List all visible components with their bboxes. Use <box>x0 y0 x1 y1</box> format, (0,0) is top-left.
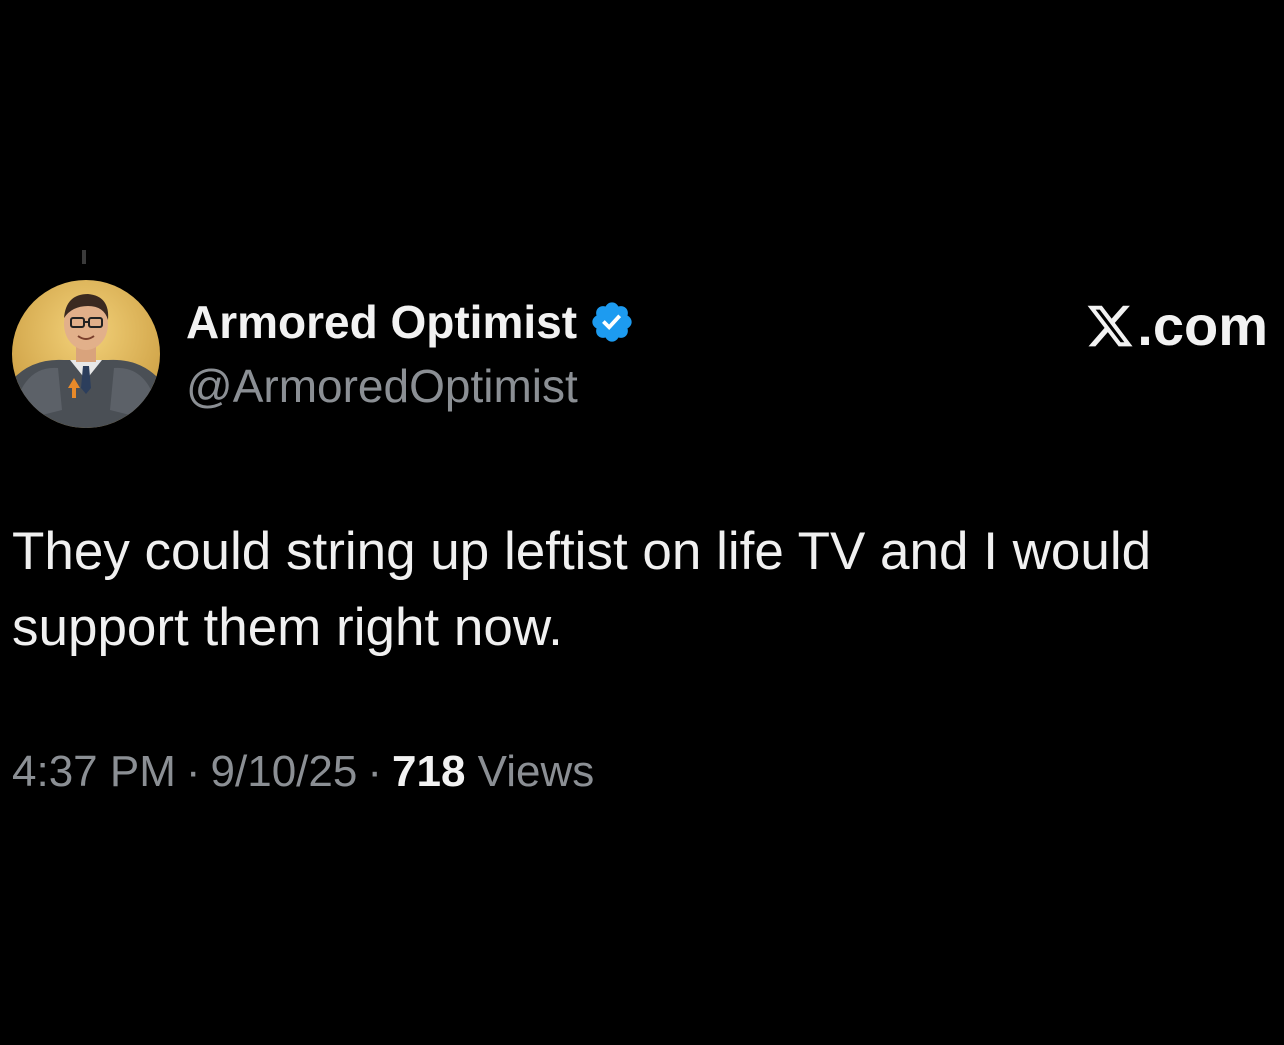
views-count[interactable]: 718 <box>392 747 465 796</box>
site-logo-suffix: .com <box>1137 294 1268 357</box>
views-label: Views <box>477 747 595 796</box>
avatar[interactable] <box>12 280 160 428</box>
tweet-time[interactable]: 4:37 PM <box>12 747 176 796</box>
tweet-meta: 4:37 PM · 9/10/25 · 718 Views <box>12 744 594 800</box>
verified-badge-icon <box>589 299 635 345</box>
meta-separator: · <box>367 747 382 796</box>
author-handle[interactable]: @ArmoredOptimist <box>186 358 578 414</box>
tweet-date[interactable]: 9/10/25 <box>211 747 358 796</box>
divider-tick <box>82 250 86 264</box>
avatar-armored-man-icon <box>12 280 160 428</box>
author-display-name-text[interactable]: Armored Optimist <box>186 294 577 350</box>
x-logo-icon <box>1085 301 1135 351</box>
site-logo: .com <box>1085 296 1268 356</box>
meta-separator: · <box>185 747 201 796</box>
author-display-name[interactable]: Armored Optimist <box>186 294 635 350</box>
tweet-text: They could string up leftist on life TV … <box>12 522 1152 657</box>
